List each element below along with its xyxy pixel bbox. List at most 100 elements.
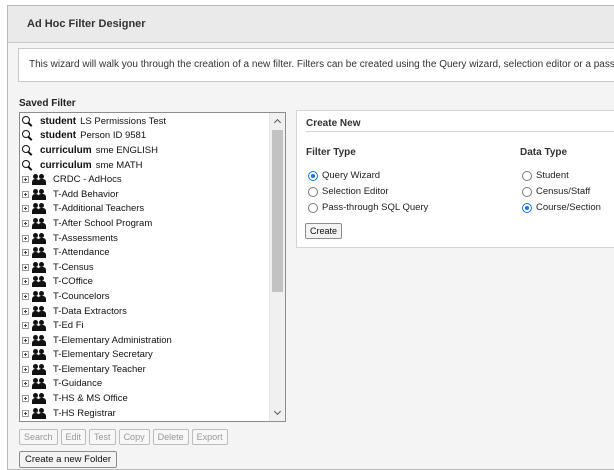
data-type-option[interactable]: Student	[522, 170, 569, 181]
search-name: sme MATH	[95, 159, 143, 171]
folder-name: T-Attendance	[53, 247, 110, 259]
saved-folder-item[interactable]: T-Guidance	[20, 377, 270, 392]
saved-folder-item[interactable]: CRDC - AdHocs	[20, 172, 270, 187]
folder-name: T-Additional Teachers	[53, 203, 145, 215]
saved-search-item[interactable]: student LS Permissions Test	[20, 114, 270, 129]
saved-folder-item[interactable]: T-Additional Teachers	[20, 202, 270, 217]
search-type: curriculum	[40, 144, 92, 156]
data-type-option[interactable]: Census/Staff	[522, 186, 590, 197]
search-type: student	[40, 130, 77, 142]
expand-plus-icon[interactable]	[22, 351, 29, 359]
saved-folder-item[interactable]: T-Add Behavior	[20, 187, 270, 202]
users-group-icon	[32, 378, 46, 390]
expand-plus-icon[interactable]	[22, 219, 29, 227]
radio-course-section[interactable]	[522, 202, 532, 213]
export-button[interactable]: Export	[191, 429, 228, 445]
saved-folder-item[interactable]: T-Assessments	[20, 231, 270, 246]
saved-folder-item[interactable]: T-Councelors	[20, 289, 270, 304]
saved-search-item[interactable]: curriculum sme ENGLISH	[20, 143, 270, 158]
radio-selection-editor[interactable]	[308, 186, 318, 197]
expand-plus-icon[interactable]	[22, 278, 29, 286]
magnifier-icon	[22, 159, 32, 171]
radio-student[interactable]	[522, 170, 532, 181]
expand-plus-icon[interactable]	[22, 176, 29, 184]
filter-action-buttons: Search Edit Test Copy Delete Export	[19, 429, 228, 445]
expand-plus-icon[interactable]	[22, 249, 29, 257]
expand-plus-icon[interactable]	[22, 365, 29, 373]
saved-folder-item[interactable]: T-Data Extractors	[20, 304, 270, 319]
scroll-up-arrow-icon[interactable]	[270, 113, 285, 129]
users-group-icon	[32, 247, 46, 259]
saved-folder-item[interactable]: T-Ed Fi	[20, 318, 270, 333]
panel-divider	[306, 131, 614, 132]
folder-name: T-Councelors	[53, 290, 110, 302]
users-group-icon	[32, 349, 46, 361]
expand-plus-icon[interactable]	[22, 322, 29, 330]
scroll-down-arrow-icon[interactable]	[270, 405, 285, 421]
expand-plus-icon[interactable]	[22, 336, 29, 344]
saved-folder-item[interactable]: T-HS & MS Office	[20, 391, 270, 406]
folder-name: T-Data Extractors	[53, 305, 127, 317]
delete-button[interactable]: Delete	[152, 429, 189, 445]
users-group-icon	[32, 203, 46, 215]
search-type: curriculum	[40, 159, 92, 171]
expand-plus-icon[interactable]	[22, 307, 29, 315]
search-button[interactable]: Search	[19, 429, 58, 445]
saved-filter-list[interactable]: student LS Permissions Test student Person …	[19, 112, 286, 422]
saved-search-item[interactable]: curriculum sme MATH	[20, 158, 270, 173]
saved-folder-item[interactable]: T-COffice	[20, 275, 270, 290]
copy-button[interactable]: Copy	[118, 429, 150, 445]
saved-folder-item[interactable]: T-Census	[20, 260, 270, 275]
filter-type-option[interactable]: Selection Editor	[308, 186, 389, 197]
create-new-panel: Create New Filter Type Data Type Query W…	[296, 110, 614, 248]
users-group-icon	[32, 174, 46, 186]
search-name: Person ID 9581	[80, 130, 147, 142]
saved-filter-label: Saved Filter	[19, 98, 76, 109]
data-type-option[interactable]: Course/Section	[522, 202, 601, 213]
search-name: LS Permissions Test	[80, 115, 166, 127]
folder-name: CRDC - AdHocs	[53, 174, 122, 186]
users-group-icon	[32, 393, 46, 405]
radio-query-wizard[interactable]	[308, 170, 318, 181]
saved-folder-item[interactable]: T-After School Program	[20, 216, 270, 231]
folder-name: T-Elementary Teacher	[53, 363, 146, 375]
create-button[interactable]: Create	[305, 223, 343, 239]
data-type-label: Data Type	[520, 147, 568, 158]
expand-plus-icon[interactable]	[22, 190, 29, 198]
scroll-thumb[interactable]	[272, 130, 283, 292]
saved-folder-item[interactable]: T-Elementary Administration	[20, 333, 270, 348]
radio-pass-through-sql[interactable]	[308, 202, 318, 213]
saved-folder-item[interactable]: T-Elementary Teacher	[20, 362, 270, 377]
expand-plus-icon[interactable]	[22, 292, 29, 300]
expand-plus-icon[interactable]	[22, 395, 29, 403]
folder-name: T-Census	[53, 261, 94, 273]
saved-filter-items: student LS Permissions Test student Person …	[20, 114, 270, 420]
users-group-icon	[32, 320, 46, 332]
edit-button[interactable]: Edit	[60, 429, 87, 445]
filter-type-label: Filter Type	[306, 147, 356, 158]
saved-folder-item[interactable]: T-Elementary Secretary	[20, 348, 270, 363]
users-group-icon	[32, 363, 46, 375]
create-new-folder-button[interactable]: Create a new Folder	[19, 451, 118, 468]
saved-folder-item[interactable]: T-Attendance	[20, 245, 270, 260]
expand-plus-icon[interactable]	[22, 380, 29, 388]
folder-name: T-HS Registrar	[53, 407, 116, 419]
expand-plus-icon[interactable]	[22, 234, 29, 242]
users-group-icon	[32, 290, 46, 302]
window-title: Ad Hoc Filter Designer	[8, 6, 614, 43]
users-group-icon	[32, 305, 46, 317]
radio-census-staff[interactable]	[522, 186, 532, 197]
folder-name: T-Elementary Secretary	[53, 349, 153, 361]
expand-plus-icon[interactable]	[22, 409, 29, 417]
filter-type-option[interactable]: Query Wizard	[308, 170, 380, 181]
saved-folder-item[interactable]: T-HS Registrar	[20, 406, 270, 421]
list-scrollbar[interactable]	[269, 113, 285, 421]
filter-designer-window: Ad Hoc Filter Designer This wizard will …	[7, 5, 614, 470]
saved-search-item[interactable]: student Person ID 9581	[20, 129, 270, 144]
folder-name: T-Assessments	[53, 232, 118, 244]
filter-type-option[interactable]: Pass-through SQL Query	[308, 202, 428, 213]
expand-plus-icon[interactable]	[22, 205, 29, 213]
expand-plus-icon[interactable]	[22, 263, 29, 271]
test-button[interactable]: Test	[89, 429, 116, 445]
create-new-title: Create New	[306, 118, 361, 129]
